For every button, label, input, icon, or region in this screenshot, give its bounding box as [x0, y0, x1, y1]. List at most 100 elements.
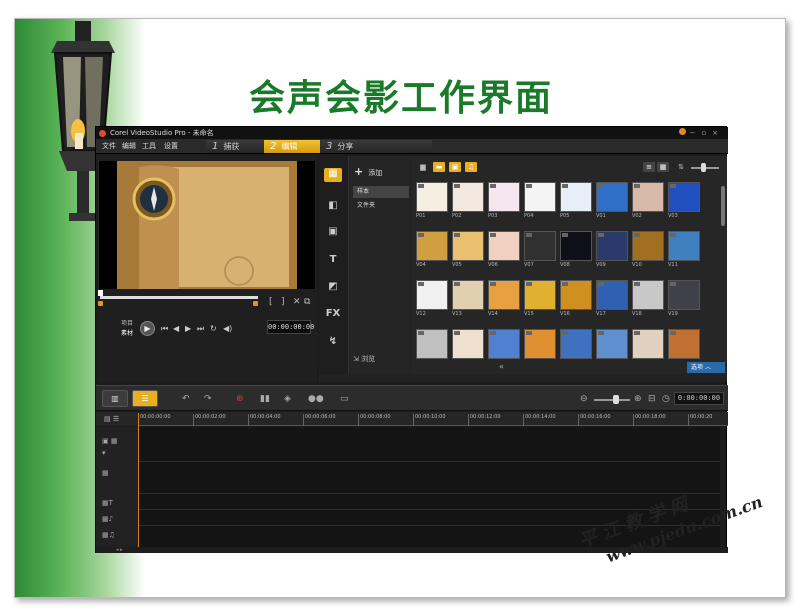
thumbnail-item[interactable]	[416, 329, 448, 366]
sort-icon[interactable]: ⇅	[675, 162, 687, 172]
music-track-icon[interactable]: ▦♫	[102, 531, 115, 539]
show-audio-icon[interactable]: ♫	[465, 162, 477, 172]
trim-start-marker[interactable]	[98, 301, 103, 306]
menu-settings[interactable]: 设置	[164, 139, 178, 154]
thumbnail-item[interactable]: P01	[416, 182, 448, 219]
thumbnail-item[interactable]: V08	[560, 231, 592, 268]
browse-button[interactable]: ⇲ 浏览	[353, 354, 375, 364]
zoom-out-icon[interactable]: ⊖	[580, 394, 588, 404]
graphic-icon[interactable]: ▣	[324, 226, 342, 240]
thumbnail-item[interactable]: V15	[524, 280, 556, 317]
menu-tools[interactable]: 工具	[142, 139, 156, 154]
media-icon[interactable]: ▦	[324, 168, 342, 182]
thumbnail-item[interactable]	[560, 329, 592, 366]
thumbnail-item[interactable]	[488, 329, 520, 366]
zoom-in-icon[interactable]: ⊕	[634, 394, 642, 404]
repeat-icon[interactable]: ↻	[210, 324, 217, 333]
playhead[interactable]	[138, 413, 139, 547]
library-scrollbar[interactable]	[721, 186, 725, 226]
overlay-track-icon[interactable]: ▦	[102, 469, 109, 477]
fx-icon[interactable]: FX	[324, 308, 342, 322]
preview-scrubber[interactable]	[100, 296, 258, 299]
path-icon[interactable]: ↯	[324, 336, 342, 350]
show-video-icon[interactable]: ▬	[433, 162, 445, 172]
transition-icon[interactable]: ◧	[324, 200, 342, 214]
preview-screen[interactable]	[99, 161, 315, 289]
track-expand-icon[interactable]: ▾	[102, 449, 106, 457]
thumbnail-item[interactable]	[452, 329, 484, 366]
timeline-view-button[interactable]: ☰	[132, 390, 158, 407]
thumbnail-item[interactable]: V11	[668, 231, 700, 268]
thumbnail-item[interactable]: P03	[488, 182, 520, 219]
tab-share[interactable]: 3 分享	[320, 140, 432, 153]
thumbnail-item[interactable]: V13	[452, 280, 484, 317]
timeline-ruler[interactable]: 00:00:00:00 00:00:02:00 00:00:04:00 00:00:0…	[138, 412, 728, 426]
folder-item-sample[interactable]: 样本	[353, 186, 409, 198]
thumbnail-item[interactable]: V09	[596, 231, 628, 268]
subtitle-icon[interactable]: ▭	[340, 394, 349, 404]
mode-project-label[interactable]: 项目	[121, 318, 133, 327]
undo-icon[interactable]: ↶	[182, 394, 190, 404]
thumbnail-item[interactable]: V02	[632, 182, 664, 219]
thumbnail-item[interactable]	[632, 329, 664, 366]
thumbnail-item[interactable]	[596, 329, 628, 366]
thumbnail-item[interactable]: V07	[524, 231, 556, 268]
thumbnail-view-icon[interactable]: ▦	[657, 162, 669, 172]
filter-icon[interactable]: ◩	[324, 281, 342, 295]
thumbnail-item[interactable]: V10	[632, 231, 664, 268]
timeline-zoom-knob[interactable]	[613, 395, 619, 404]
show-photo-icon[interactable]: ▣	[449, 162, 461, 172]
next-frame-icon[interactable]: ▶	[185, 324, 191, 333]
thumbnail-item[interactable]: V17	[596, 280, 628, 317]
storyboard-view-button[interactable]: ▥	[102, 390, 128, 407]
maximize-icon[interactable]: ▫	[701, 129, 712, 137]
thumbnail-item[interactable]	[668, 329, 700, 366]
thumbnail-size-knob[interactable]	[701, 163, 706, 172]
minimize-icon[interactable]: −	[690, 129, 702, 137]
cut-clip-icon[interactable]: ✕	[293, 297, 301, 307]
auto-music-icon[interactable]: ◈	[284, 394, 291, 404]
volume-icon[interactable]: ◀)	[223, 324, 232, 333]
thumbnail-item[interactable]: V01	[596, 182, 628, 219]
timeline-timecode[interactable]: 0:00:00:00	[674, 392, 724, 405]
record-icon[interactable]: ⊛	[236, 394, 244, 404]
title-track-icon[interactable]: ▦T	[102, 499, 113, 507]
mode-clip-label[interactable]: 素材	[121, 328, 133, 337]
folder-icon[interactable]: ▆	[417, 162, 429, 172]
thumbnail-item[interactable]: V14	[488, 280, 520, 317]
thumbnail-item[interactable]: P05	[560, 182, 592, 219]
enlarge-preview-icon[interactable]: ⧉	[304, 297, 310, 307]
timeline-zoom-slider[interactable]	[594, 399, 630, 401]
preview-timecode[interactable]: 00:00:00:00	[267, 320, 314, 334]
thumbnail-item[interactable]: P02	[452, 182, 484, 219]
redo-icon[interactable]: ↷	[204, 394, 212, 404]
thumbnail-item[interactable]: V18	[632, 280, 664, 317]
thumbnail-item[interactable]: V06	[488, 231, 520, 268]
track-manager-icon[interactable]: ▤ ☰	[96, 412, 138, 426]
title-icon[interactable]: T	[324, 254, 342, 268]
mark-out-button[interactable]: ]	[281, 297, 285, 307]
menu-edit[interactable]: 编辑	[122, 139, 136, 154]
thumbnail-item[interactable]: V12	[416, 280, 448, 317]
collapse-library-icon[interactable]: «	[499, 362, 504, 371]
menu-file[interactable]: 文件	[102, 139, 116, 154]
voice-track-icon[interactable]: ▦♪	[102, 515, 113, 523]
home-icon[interactable]: ⏮	[161, 324, 168, 334]
thumbnail-item[interactable]: V19	[668, 280, 700, 317]
thumbnail-item[interactable]: V03	[668, 182, 700, 219]
list-view-icon[interactable]: ≡	[643, 162, 655, 172]
thumbnail-item[interactable]	[524, 329, 556, 366]
motion-track-icon[interactable]: ●●	[308, 394, 324, 404]
thumbnail-item[interactable]: V16	[560, 280, 592, 317]
help-icon[interactable]	[678, 128, 686, 135]
thumbnail-item[interactable]: V04	[416, 231, 448, 268]
thumbnail-item[interactable]: V05	[452, 231, 484, 268]
play-button[interactable]: ▶	[140, 321, 155, 336]
options-button[interactable]: 选项 ︿	[687, 362, 725, 373]
end-icon[interactable]: ⏭	[197, 324, 204, 334]
close-icon[interactable]: ×	[712, 129, 724, 137]
mark-in-button[interactable]: [	[269, 297, 273, 307]
audio-mixer-icon[interactable]: ▮▮	[260, 394, 270, 404]
trim-end-marker[interactable]	[253, 301, 258, 306]
video-track-icon[interactable]: ▣ ▦	[102, 437, 117, 445]
